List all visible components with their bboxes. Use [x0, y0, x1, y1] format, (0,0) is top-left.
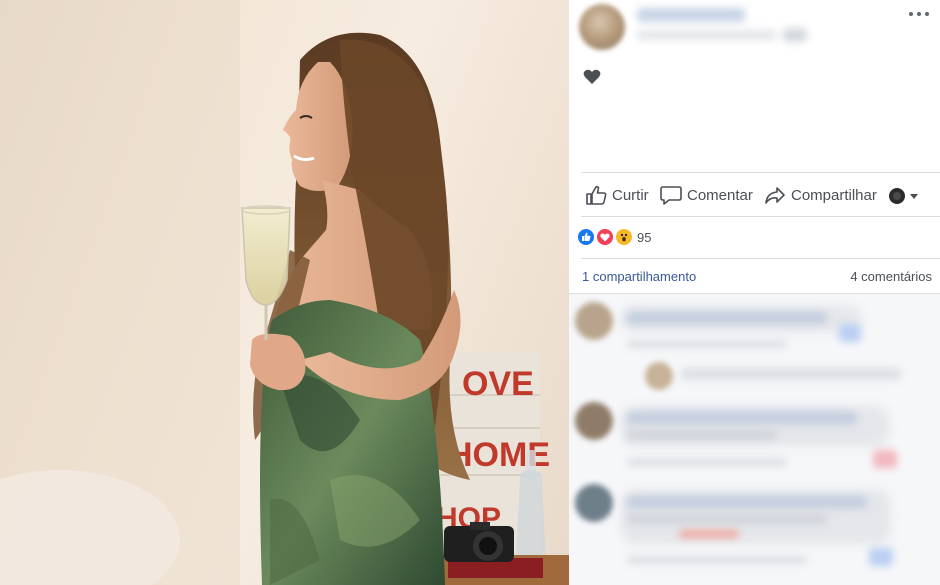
reply-avatar[interactable]: [645, 362, 673, 390]
reply-text-blurred: [681, 368, 901, 380]
divider: [581, 172, 940, 173]
comment-link-blurred: [679, 530, 739, 538]
comment-actions-blurred: [627, 458, 787, 466]
comment-label: Comentar: [687, 186, 753, 204]
comment-text-blurred: [627, 430, 777, 440]
face: [283, 62, 353, 191]
share-button[interactable]: Compartilhar: [764, 182, 877, 208]
page-avatar-dropdown-icon: [889, 188, 918, 204]
wow-reaction-icon: [615, 228, 633, 246]
camera: [444, 522, 514, 562]
comment-avatar[interactable]: [575, 302, 613, 340]
like-label: Curtir: [612, 186, 649, 204]
comment-actions-blurred: [627, 556, 807, 564]
comment-avatar[interactable]: [575, 484, 613, 522]
page-switch-dropdown[interactable]: [888, 186, 926, 206]
audience-icon-blurred: [783, 28, 807, 42]
comment-reaction-blurred: [873, 450, 897, 468]
divider: [581, 216, 940, 217]
post-side-panel: Curtir Comentar Compartilhar 95 1 compar…: [569, 0, 940, 585]
like-reaction-icon: [577, 228, 595, 246]
share-arrow-icon: [765, 187, 785, 204]
love-reaction-icon: [596, 228, 614, 246]
thumbs-up-icon: [586, 185, 607, 205]
share-label: Compartilhar: [791, 186, 877, 204]
like-button[interactable]: Curtir: [585, 182, 649, 208]
comment-text-blurred: [627, 412, 857, 424]
comment-button[interactable]: Comentar: [660, 182, 753, 208]
comment-actions-blurred: [627, 340, 787, 348]
comment-text-blurred: [627, 496, 867, 508]
comment-text-blurred: [627, 312, 827, 324]
reactions-summary[interactable]: 95: [577, 226, 651, 248]
post-header: [569, 0, 940, 60]
comment-avatar[interactable]: [575, 402, 613, 440]
post-action-bar: Curtir Comentar Compartilhar: [569, 174, 940, 216]
reaction-count: 95: [637, 229, 652, 245]
divider: [581, 258, 940, 259]
post-timestamp-blurred: [637, 30, 777, 40]
author-name-blurred[interactable]: [637, 8, 745, 22]
comment-reaction-blurred: [839, 324, 861, 342]
photo-illustration: OVE HOME HOP: [0, 0, 569, 585]
more-horizontal-icon[interactable]: [908, 6, 930, 22]
comments-count-link[interactable]: 4 comentários: [850, 269, 932, 284]
heart-icon: [583, 69, 601, 84]
comment-text-blurred: [627, 514, 827, 524]
author-avatar[interactable]: [579, 4, 625, 50]
comment-bubble-icon: [660, 186, 682, 205]
comments-section-blurred: [569, 294, 940, 585]
sign-line-1: OVE: [462, 365, 534, 403]
shares-count-link[interactable]: 1 compartilhamento: [582, 269, 696, 284]
post-photo[interactable]: OVE HOME HOP: [0, 0, 569, 585]
comment-reaction-blurred: [869, 548, 893, 566]
